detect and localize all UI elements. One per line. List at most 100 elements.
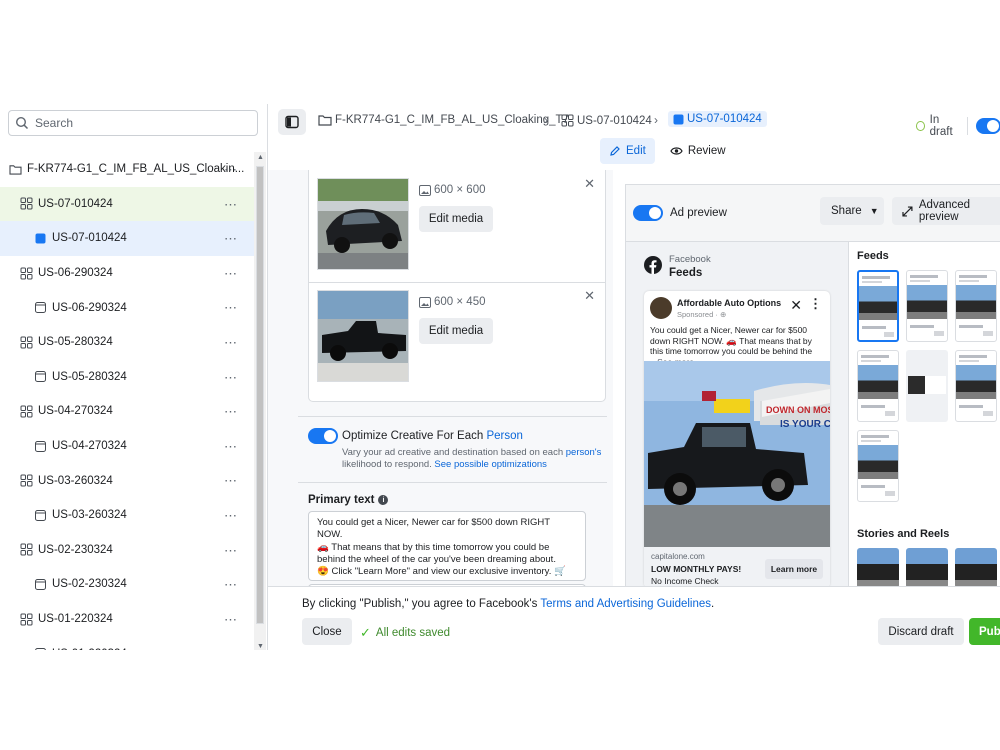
more-options-icon[interactable]: ⋯ xyxy=(224,266,238,282)
info-icon[interactable]: i xyxy=(378,495,389,505)
share-button[interactable]: Share ▼ xyxy=(820,197,884,225)
feeds-title: Feeds xyxy=(857,250,889,262)
breadcrumb-ad[interactable]: US-07-010424 xyxy=(668,111,767,127)
advanced-preview-button[interactable]: Advanced preview xyxy=(892,197,1000,225)
placement-thumbnail[interactable] xyxy=(857,350,899,422)
more-options-icon[interactable]: ⋮ xyxy=(809,296,822,312)
tab-review[interactable]: Review xyxy=(661,138,735,164)
ad-preview-toggle[interactable] xyxy=(633,205,663,221)
ad-icon xyxy=(33,370,47,384)
more-options-icon[interactable]: ⋯ xyxy=(224,197,238,213)
tree-item-adset[interactable]: US-01-220324 ⋯ xyxy=(0,602,254,637)
optimize-creative-toggle[interactable] xyxy=(308,428,338,444)
placement-thumbnail[interactable] xyxy=(857,270,899,342)
ad-image[interactable]: DOWN ON MOST IS YOUR CR xyxy=(644,361,830,547)
scroll-down-arrow-icon[interactable]: ▼ xyxy=(257,643,264,650)
publish-button[interactable]: Publish xyxy=(969,618,1000,645)
banner-text-1: DOWN ON MOST xyxy=(766,405,830,415)
story-thumbnail[interactable] xyxy=(906,548,948,586)
more-options-icon[interactable]: ⋯ xyxy=(224,439,238,455)
story-thumbnail[interactable] xyxy=(955,548,997,586)
tree-item-label: US-07-010424 xyxy=(52,232,127,245)
primary-text-field[interactable]: You could get a Nicer, Newer car for $50… xyxy=(308,511,586,581)
truck-photo-image xyxy=(318,291,408,381)
placement-thumbnail[interactable] xyxy=(857,430,899,502)
media-dimensions: 600 × 600 xyxy=(419,184,485,196)
more-options-icon[interactable]: ⋯ xyxy=(224,335,238,351)
scroll-up-arrow-icon[interactable]: ▲ xyxy=(257,154,264,161)
placement-thumbnail[interactable] xyxy=(955,270,997,342)
tree-item-label: F-KR774-G1_C_IM_FB_AL_US_Cloakin... xyxy=(27,163,245,176)
breadcrumb-campaign[interactable]: F-KR774-G1_C_IM_FB_AL_US_Cloaking_T7 xyxy=(318,114,569,126)
chevron-right-icon: › xyxy=(654,113,658,127)
tab-edit[interactable]: Edit xyxy=(600,138,655,164)
ad-post-preview: Affordable Auto Options Sponsored · ⊕ ✕ … xyxy=(644,291,830,586)
scrollbar-thumb[interactable] xyxy=(256,166,264,624)
tree-item-ad[interactable]: US-01-220324 ⋯ xyxy=(0,636,254,650)
placement-thumbnail[interactable] xyxy=(906,270,948,342)
learn-more-button[interactable]: Learn more xyxy=(765,559,823,579)
link-description: No Income Check xyxy=(651,576,719,586)
on-off-toggle[interactable] xyxy=(976,118,1000,134)
remove-media-close-icon[interactable]: ✕ xyxy=(584,288,595,304)
sidebar-scrollbar[interactable]: ▲ ▼ xyxy=(254,152,266,650)
campaign-tree: F-KR774-G1_C_IM_FB_AL_US_Cloakin... ⋯ US-0… xyxy=(0,152,254,650)
tree-item-ad[interactable]: US-04-270324 ⋯ xyxy=(0,429,254,464)
optimize-title-link[interactable]: Person xyxy=(486,430,522,442)
tree-item-adset[interactable]: US-04-270324 ⋯ xyxy=(0,394,254,429)
discard-draft-button[interactable]: Discard draft xyxy=(878,618,964,645)
toggle-sidebar-button[interactable] xyxy=(278,109,306,135)
adset-grid-icon xyxy=(19,612,33,626)
search-input[interactable]: Search xyxy=(8,110,258,136)
tree-item-campaign[interactable]: F-KR774-G1_C_IM_FB_AL_US_Cloakin... ⋯ xyxy=(0,152,254,187)
more-options-icon[interactable]: ⋯ xyxy=(224,231,238,247)
tree-item-adset[interactable]: US-06-290324 ⋯ xyxy=(0,256,254,291)
preview-body: Facebook Feeds Affordable Auto Options S… xyxy=(626,241,1000,586)
publish-footer: By clicking "Publish," you agree to Face… xyxy=(268,586,1000,650)
top-bar: F-KR774-G1_C_IM_FB_AL_US_Cloaking_T7 › U… xyxy=(268,104,1000,140)
remove-media-close-icon[interactable]: ✕ xyxy=(584,176,595,192)
expand-icon xyxy=(902,205,913,217)
persons-link[interactable]: person's xyxy=(566,447,602,458)
more-options-icon[interactable]: ⋯ xyxy=(224,300,238,316)
post-text-body: You could get a Nicer, Newer car for $50… xyxy=(650,325,813,356)
close-icon[interactable]: ✕ xyxy=(790,297,802,314)
media-thumbnail[interactable] xyxy=(317,178,409,270)
story-thumbnail[interactable] xyxy=(857,548,899,586)
see-optimizations-link[interactable]: See possible optimizations xyxy=(434,459,546,470)
more-options-icon[interactable]: ⋯ xyxy=(224,577,238,593)
edit-media-button[interactable]: Edit media xyxy=(419,206,493,232)
placement-header: Facebook Feeds xyxy=(644,254,711,279)
tree-item-adset[interactable]: US-07-010424 ⋯ xyxy=(0,186,254,222)
placement-thumbnail[interactable] xyxy=(955,350,997,422)
adset-grid-icon xyxy=(19,335,33,349)
more-options-icon[interactable]: ⋯ xyxy=(224,646,238,650)
tree-item-ad[interactable]: US-06-290324 ⋯ xyxy=(0,290,254,325)
ad-link-footer[interactable]: capitalone.com LOW MONTHLY PAYS! No Inco… xyxy=(644,547,830,586)
terms-link[interactable]: Terms and Advertising Guidelines xyxy=(540,598,711,610)
more-options-icon[interactable]: ⋯ xyxy=(224,543,238,559)
tree-item-ad[interactable]: US-03-260324 ⋯ xyxy=(0,498,254,533)
more-options-icon[interactable]: ⋯ xyxy=(224,508,238,524)
tree-item-adset[interactable]: US-03-260324 ⋯ xyxy=(0,463,254,498)
edit-media-button[interactable]: Edit media xyxy=(419,318,493,344)
tree-item-ad[interactable]: US-07-010424 ⋯ xyxy=(0,221,254,256)
more-options-icon[interactable]: ⋯ xyxy=(224,404,238,420)
more-options-icon[interactable]: ⋯ xyxy=(224,370,238,386)
more-options-icon[interactable]: ⋯ xyxy=(224,473,238,489)
ad-icon xyxy=(33,647,47,650)
save-status: ✓ All edits saved xyxy=(360,625,450,641)
more-options-icon[interactable]: ⋯ xyxy=(224,612,238,628)
ad-preview-panel: Ad preview Share ▼ Advanced preview Face… xyxy=(625,184,1000,586)
media-item: 600 × 600 Edit media ✕ xyxy=(317,170,601,282)
tree-item-ad[interactable]: US-05-280324 ⋯ xyxy=(0,360,254,395)
close-button[interactable]: Close xyxy=(302,618,352,645)
tree-item-adset[interactable]: US-05-280324 ⋯ xyxy=(0,325,254,360)
tree-item-ad[interactable]: US-02-230324 ⋯ xyxy=(0,567,254,602)
terms-text: By clicking "Publish," you agree to Face… xyxy=(302,598,541,610)
placement-thumbnail[interactable] xyxy=(906,350,948,422)
breadcrumb-adset[interactable]: US-07-010424 xyxy=(561,114,652,127)
tree-item-adset[interactable]: US-02-230324 ⋯ xyxy=(0,533,254,568)
more-options-icon[interactable]: ⋯ xyxy=(224,162,238,178)
media-thumbnail[interactable] xyxy=(317,290,409,382)
